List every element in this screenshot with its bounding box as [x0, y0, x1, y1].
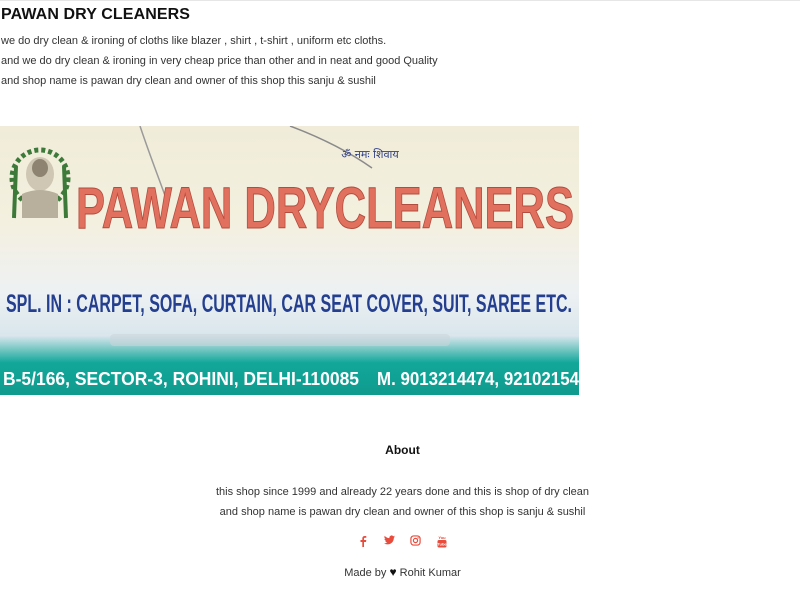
footer-credit: Made by ♥ Rohit Kumar — [0, 565, 800, 579]
facebook-link[interactable] — [352, 535, 374, 551]
signboard-shop-name: PAWAN DRYCLEANERS — [76, 176, 574, 241]
intro-text: we do dry clean & ironing of cloths like… — [1, 31, 438, 91]
twitter-link[interactable] — [378, 535, 400, 551]
about-line: and shop name is pawan dry clean and own… — [219, 506, 586, 518]
about-heading: About — [385, 443, 420, 457]
footer-author: Rohit Kumar — [399, 567, 461, 579]
svg-text:Tube: Tube — [438, 541, 448, 546]
about-text: this shop since 1999 and already 22 year… — [0, 482, 800, 522]
about-line: this shop since 1999 and already 22 year… — [215, 486, 590, 498]
twitter-icon — [383, 535, 395, 545]
youtube-link[interactable]: You Tube — [431, 535, 453, 551]
footer-made-by: Made by — [344, 567, 387, 579]
page-title: PAWAN DRY CLEANERS — [1, 6, 191, 23]
instagram-link[interactable] — [405, 535, 427, 551]
shop-signboard-image: ॐ नमः शिवाय PAWAN DRYCLEANERS SPL. IN : … — [0, 126, 579, 395]
signboard-hindi-text: ॐ नमः शिवाय — [341, 148, 399, 161]
top-divider — [0, 0, 800, 1]
instagram-icon — [410, 535, 421, 546]
intro-line: we do dry clean & ironing of cloths like… — [1, 35, 387, 47]
signboard-specialization: SPL. IN : CARPET, SOFA, CURTAIN, CAR SEA… — [6, 290, 572, 318]
youtube-icon: You Tube — [438, 535, 448, 548]
signboard-address: B-5/166, SECTOR-3, ROHINI, DELHI-110085 — [3, 369, 359, 389]
facebook-icon — [360, 535, 367, 547]
heart-icon: ♥ — [389, 565, 397, 579]
deity-portrait — [9, 147, 71, 219]
intro-line: and shop name is pawan dry clean and own… — [1, 75, 376, 87]
svg-text:You: You — [439, 535, 447, 540]
social-links: You Tube — [0, 534, 800, 552]
signboard-phone: M. 9013214474, 92102154 — [377, 369, 579, 389]
intro-line: and we do dry clean & ironing in very ch… — [1, 55, 438, 67]
